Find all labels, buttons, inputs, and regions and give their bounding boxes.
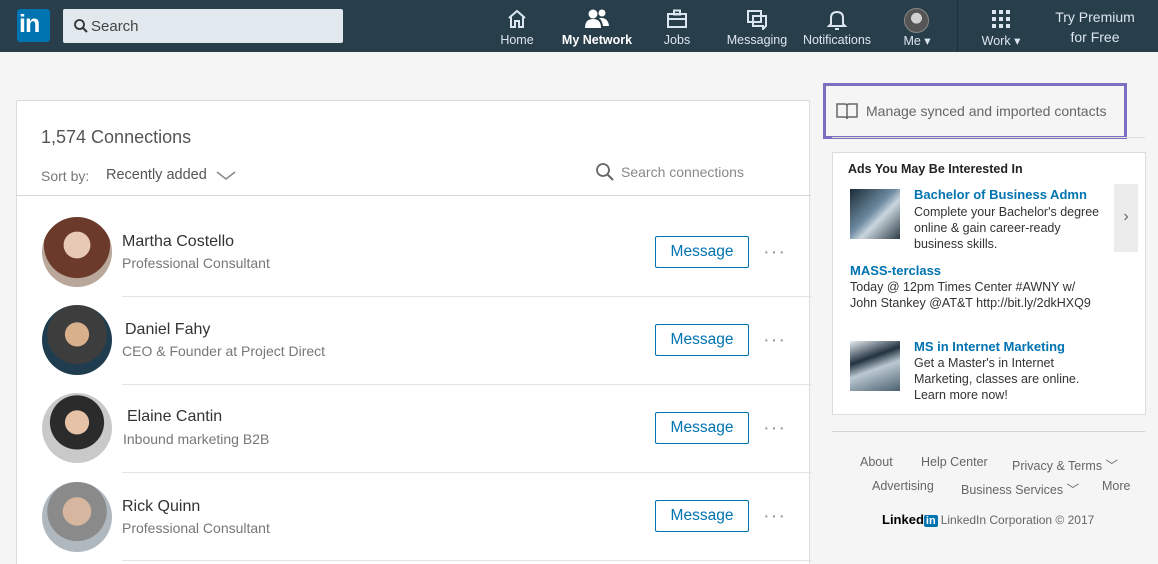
footer-link-privacy-terms[interactable]: Privacy & Terms ﹀: [1012, 455, 1118, 474]
top-navigation-bar: in Search Home My Network Jobs Messaging…: [0, 0, 1158, 52]
ad-thumbnail[interactable]: [850, 341, 900, 391]
nav-jobs[interactable]: Jobs: [652, 0, 702, 52]
ad-body: Complete your Bachelor's degree online &…: [914, 205, 1100, 251]
nav-work[interactable]: Work ▾: [978, 0, 1024, 52]
ad-body: Get a Master's in Internet Marketing, cl…: [914, 356, 1080, 402]
connection-name[interactable]: Elaine Cantin: [127, 408, 222, 426]
briefcase-icon: [667, 9, 687, 28]
sort-dropdown[interactable]: Recently added: [106, 167, 207, 183]
footer-link-help-center[interactable]: Help Center: [921, 455, 988, 469]
nav-home-label: Home: [500, 33, 534, 47]
grid-icon: [992, 10, 1010, 28]
connection-avatar[interactable]: [42, 305, 112, 375]
ad-title[interactable]: MS in Internet Marketing: [914, 339, 1065, 354]
linkedin-wordmark: Linked: [882, 512, 924, 527]
copyright-text: LinkedIn Corporation © 2017: [940, 513, 1095, 527]
nav-work-label: Work ▾: [981, 34, 1021, 48]
manage-contacts-link[interactable]: Manage synced and imported contacts: [823, 83, 1127, 139]
connection-title: Professional Consultant: [122, 255, 270, 271]
sort-by-label: Sort by:: [41, 168, 90, 184]
search-placeholder: Search: [91, 18, 139, 35]
search-icon: [74, 19, 88, 33]
connection-name[interactable]: Daniel Fahy: [125, 321, 210, 339]
ad-body: Today @ 12pm Times Center #AWNY w/ John …: [850, 280, 1091, 310]
sidebar-divider: [832, 137, 1145, 138]
nav-notifications-label: Notifications: [802, 33, 872, 47]
copyright: Linked in LinkedIn Corporation © 2017: [882, 512, 1094, 527]
nav-divider: [957, 0, 958, 52]
home-icon: [508, 9, 526, 28]
connection-row: Martha Costello Professional Consultant …: [17, 201, 811, 297]
ads-heading: Ads You May Be Interested In: [848, 162, 1023, 176]
chevron-right-icon[interactable]: ›: [1114, 184, 1138, 252]
nav-home[interactable]: Home: [492, 0, 542, 52]
premium-line-1: Try Premium: [1055, 9, 1135, 25]
ad-thumbnail[interactable]: [850, 189, 900, 239]
connection-title: Professional Consultant: [122, 520, 270, 536]
nav-me-label: Me ▾: [903, 34, 931, 48]
connection-title: CEO & Founder at Project Direct: [122, 343, 326, 359]
ads-panel: Ads You May Be Interested In Bachelor of…: [832, 152, 1146, 415]
footer-link-advertising[interactable]: Advertising: [872, 479, 934, 493]
more-options-icon[interactable]: ···: [763, 242, 786, 262]
footer-divider: [832, 431, 1145, 432]
message-button[interactable]: Message: [655, 500, 749, 532]
more-options-icon[interactable]: ···: [763, 330, 786, 350]
connection-avatar[interactable]: [42, 482, 112, 552]
network-icon: [585, 9, 609, 28]
footer-link-more[interactable]: More: [1102, 479, 1130, 493]
book-icon: [836, 103, 858, 120]
connection-row: Elaine Cantin Inbound marketing B2B Mess…: [17, 377, 811, 473]
footer-link-about[interactable]: About: [860, 455, 893, 469]
connection-avatar[interactable]: [42, 393, 112, 463]
avatar-icon[interactable]: [904, 8, 929, 33]
connection-name[interactable]: Martha Costello: [122, 233, 234, 251]
more-options-icon[interactable]: ···: [763, 506, 786, 526]
ad-title[interactable]: MASS-terclass: [850, 263, 941, 278]
try-premium-link[interactable]: Try Premium for Free: [1044, 7, 1146, 47]
message-button[interactable]: Message: [655, 412, 749, 444]
message-button[interactable]: Message: [655, 324, 749, 356]
connection-title: Inbound marketing B2B: [123, 431, 270, 447]
logo-text: in: [19, 10, 40, 38]
premium-line-2: for Free: [1070, 29, 1120, 45]
card-divider: [17, 195, 811, 196]
nav-messaging[interactable]: Messaging: [725, 0, 789, 52]
footer-link-business-services[interactable]: Business Services ﹀: [961, 479, 1079, 498]
search-connections-icon: [596, 163, 614, 181]
chevron-down-icon[interactable]: [216, 171, 236, 181]
nav-notifications[interactable]: Notifications: [800, 0, 874, 52]
manage-contacts-label: Manage synced and imported contacts: [866, 103, 1107, 119]
connection-row: Rick Quinn Professional Consultant Messa…: [17, 465, 811, 561]
messaging-icon: [747, 10, 767, 30]
message-button[interactable]: Message: [655, 236, 749, 268]
nav-jobs-label: Jobs: [663, 33, 691, 47]
search-connections-input[interactable]: Search connections: [621, 164, 744, 180]
linkedin-logo[interactable]: in: [17, 9, 50, 42]
global-search-input[interactable]: Search: [63, 9, 343, 43]
linkedin-wordmark-in: in: [923, 515, 938, 527]
connection-row: Daniel Fahy CEO & Founder at Project Dir…: [17, 289, 811, 385]
connections-count: 1,574 Connections: [41, 127, 192, 147]
connection-avatar[interactable]: [42, 217, 112, 287]
ad-title[interactable]: Bachelor of Business Admn: [914, 187, 1087, 202]
nav-my-network[interactable]: My Network: [560, 0, 634, 52]
nav-my-network-label: My Network: [561, 33, 633, 47]
row-divider: [122, 560, 811, 561]
connection-name[interactable]: Rick Quinn: [122, 498, 200, 516]
nav-messaging-label: Messaging: [726, 33, 788, 47]
more-options-icon[interactable]: ···: [763, 418, 786, 438]
bell-icon: [826, 10, 848, 30]
connections-card: 1,574 Connections Sort by: Recently adde…: [16, 100, 811, 564]
